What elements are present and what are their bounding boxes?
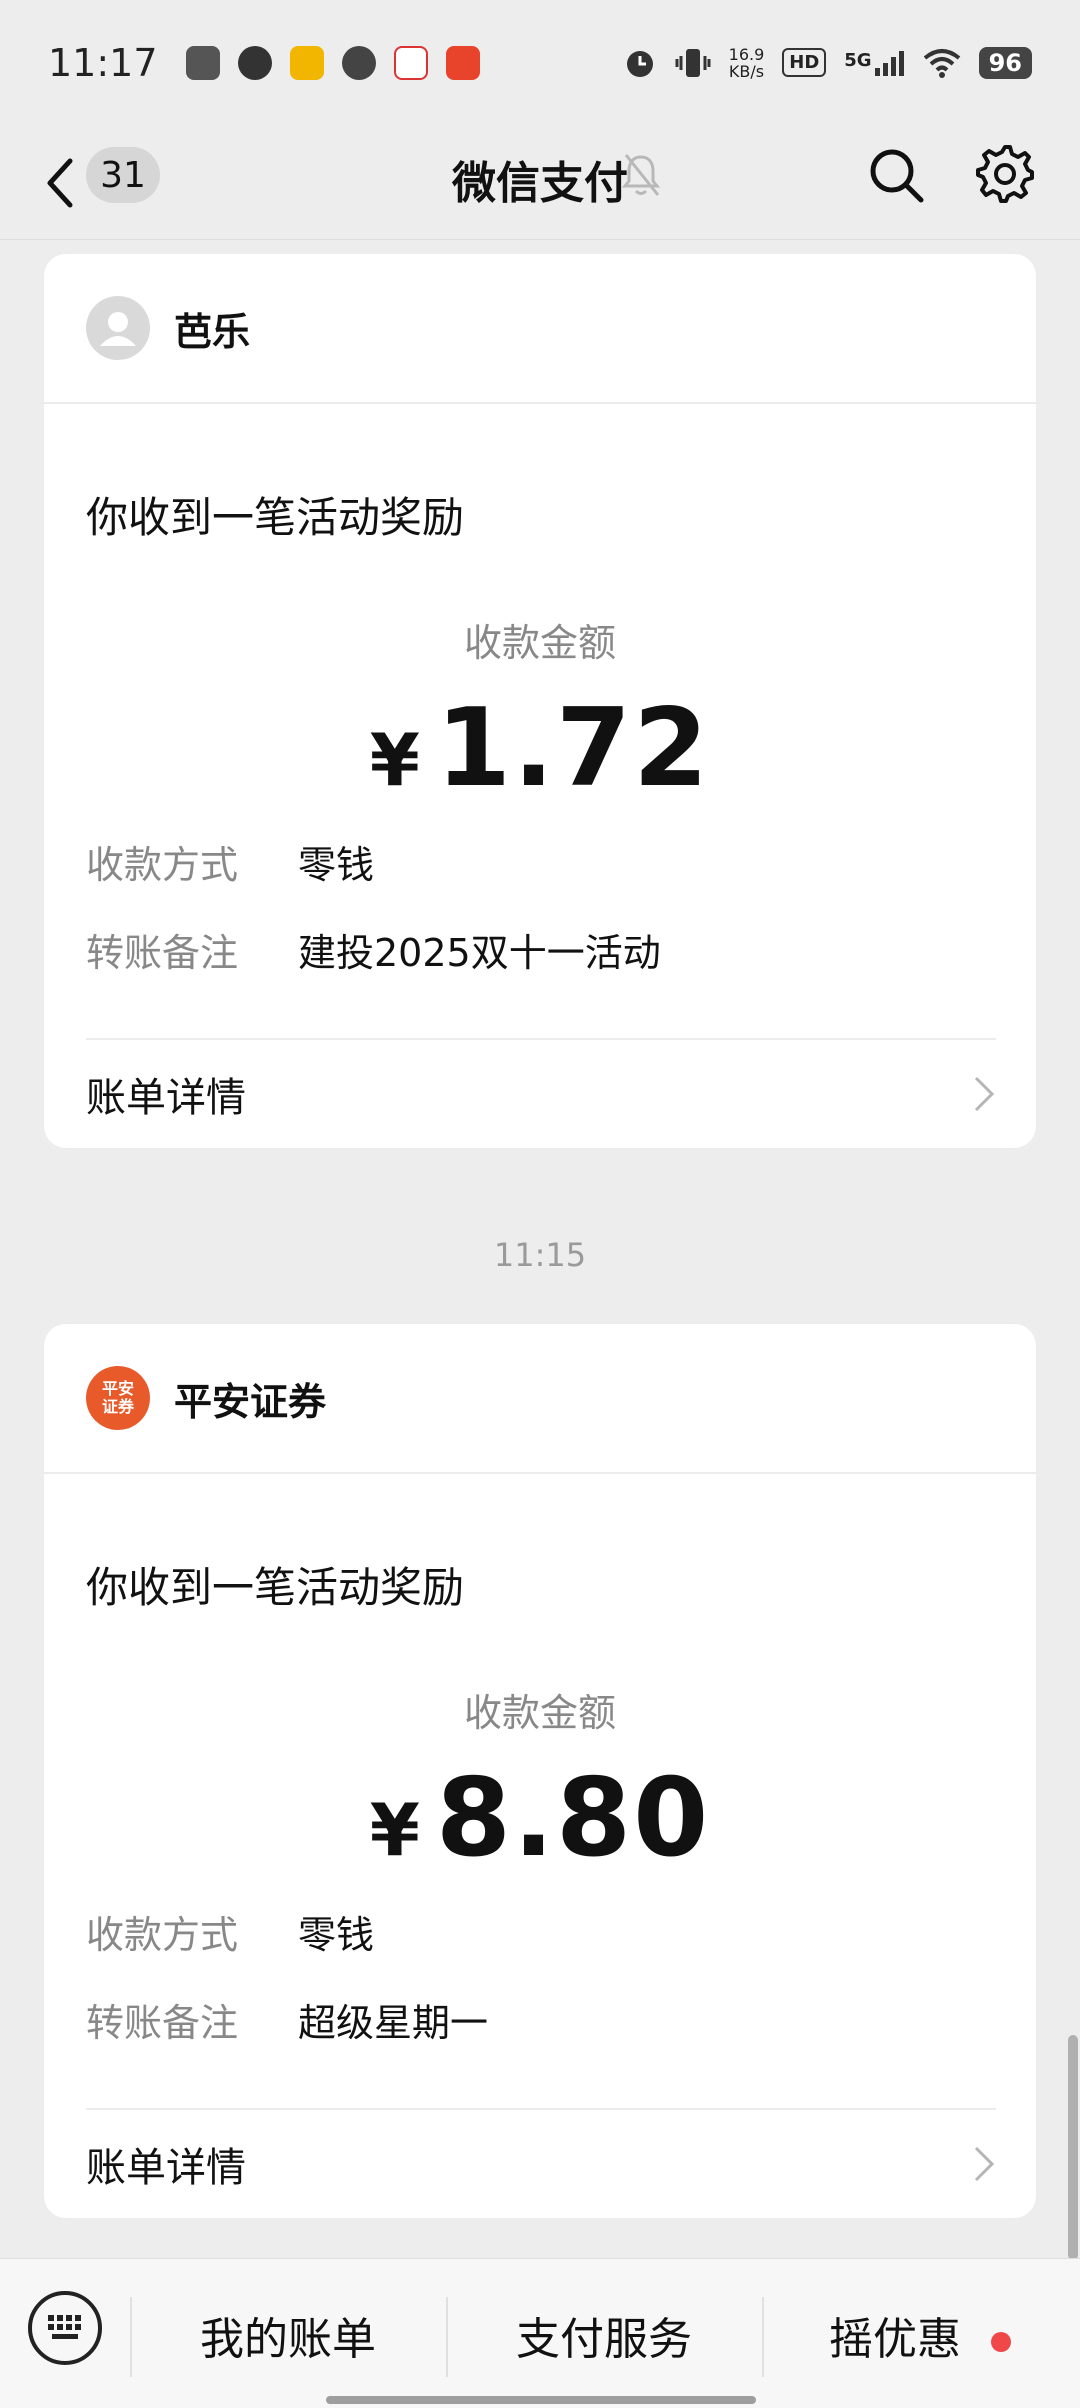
logo-line-2: 证券 [101, 1397, 134, 1416]
app-notification-icon [289, 45, 324, 80]
amount-value: 1.72 [435, 686, 711, 811]
bill-details-label: 账单详情 [86, 1075, 246, 1121]
bottom-menu-bar: 我的账单 支付服务 摇优惠 [0, 2258, 1080, 2408]
muted-bell-icon [621, 154, 661, 196]
bill-details-label: 账单详情 [86, 2145, 246, 2191]
message-timestamp: 11:15 [493, 1236, 587, 1274]
bill-details-link[interactable]: 账单详情 [86, 2108, 996, 2218]
payment-card[interactable]: 平安 证券 平安证券 你收到一笔活动奖励 收款金额 ¥ 8.80 收款方式 零钱… [44, 1324, 1036, 2218]
logo-line-1: 平安 [101, 1379, 134, 1398]
camera-app-icon [341, 45, 376, 80]
card-header: 平安 证券 平安证券 [44, 1324, 1036, 1474]
search-button[interactable] [866, 145, 926, 205]
payment-method-row: 收款方式 零钱 [86, 834, 374, 889]
transfer-note-row: 转账备注 建投2025双十一活动 [86, 922, 661, 977]
status-right: 16.9 KB/s HD 5G 96 [623, 46, 1032, 80]
currency-symbol: ¥ [369, 1788, 420, 1872]
news-app-icon [445, 45, 480, 80]
currency-symbol: ¥ [369, 718, 420, 802]
wifi-icon [923, 48, 960, 78]
transfer-note-row: 转账备注 超级星期一 [86, 1992, 488, 2047]
scrollbar[interactable] [1068, 2035, 1078, 2260]
keyboard-toggle-button[interactable] [28, 2291, 102, 2365]
cell-signal-icon [874, 50, 904, 76]
net-speed-value: 16.9 [728, 44, 765, 64]
hd-badge: HD [782, 48, 827, 77]
payment-method-value: 零钱 [298, 1913, 375, 1957]
amount-display: ¥ 8.80 [44, 1756, 1036, 1881]
home-indicator[interactable] [326, 2396, 756, 2404]
amount-label: 收款金额 [463, 1691, 616, 1735]
signal-indicator: 5G [844, 50, 904, 76]
signal-label: 5G [844, 49, 872, 71]
amount-value: 8.80 [435, 1756, 711, 1881]
keyboard-icon [48, 2315, 81, 2339]
chevron-right-icon [974, 2146, 995, 2182]
message-headline: 你收到一笔活动奖励 [86, 493, 465, 542]
status-bar: 11:17 16.9 KB/s HD 5G 96 [0, 0, 1080, 125]
alarm-icon [626, 50, 653, 77]
settings-gear-button[interactable] [974, 143, 1036, 205]
menu-my-bills[interactable]: 我的账单 [130, 2303, 446, 2367]
shake-offers-label: 摇优惠 [829, 2314, 961, 2365]
red-dot-badge [991, 2332, 1011, 2352]
payment-method-label: 收款方式 [86, 843, 239, 887]
game-controller-icon [185, 45, 220, 80]
payment-method-label: 收款方式 [86, 1913, 239, 1957]
menu-shake-offers[interactable]: 摇优惠 [762, 2303, 1078, 2367]
vibrate-icon [675, 48, 711, 77]
amount-label: 收款金额 [463, 621, 616, 665]
menu-payment-services[interactable]: 支付服务 [446, 2303, 762, 2367]
sender-name: 芭乐 [174, 309, 251, 354]
transfer-note-label: 转账备注 [86, 931, 239, 975]
message-headline: 你收到一笔活动奖励 [86, 1563, 465, 1612]
sender-name: 平安证券 [174, 1379, 327, 1424]
status-time: 11:17 [48, 40, 158, 85]
payment-method-row: 收款方式 零钱 [86, 1904, 374, 1959]
aperture-icon [237, 45, 272, 80]
payment-card[interactable]: 芭乐 你收到一笔活动奖励 收款金额 ¥ 1.72 收款方式 零钱 转账备注 建投… [44, 254, 1036, 1148]
chat-header: 31 微信支付 [0, 125, 1080, 240]
network-speed: 16.9 KB/s [729, 46, 765, 80]
amount-display: ¥ 1.72 [44, 686, 1036, 811]
cloud-app-icon [393, 45, 428, 80]
status-left: 11:17 [48, 41, 480, 85]
default-user-icon [100, 312, 136, 346]
pingan-securities-logo: 平安 证券 [86, 1366, 150, 1430]
transfer-note-value: 超级星期一 [298, 2001, 489, 2045]
transfer-note-label: 转账备注 [86, 2001, 239, 2045]
avatar [86, 296, 150, 360]
battery-indicator: 96 [978, 46, 1032, 79]
payment-method-value: 零钱 [298, 843, 375, 887]
chevron-right-icon [974, 1076, 995, 1112]
card-header: 芭乐 [44, 254, 1036, 404]
net-speed-unit: KB/s [728, 61, 765, 81]
transfer-note-value: 建投2025双十一活动 [298, 931, 661, 975]
bill-details-link[interactable]: 账单详情 [86, 1038, 996, 1148]
